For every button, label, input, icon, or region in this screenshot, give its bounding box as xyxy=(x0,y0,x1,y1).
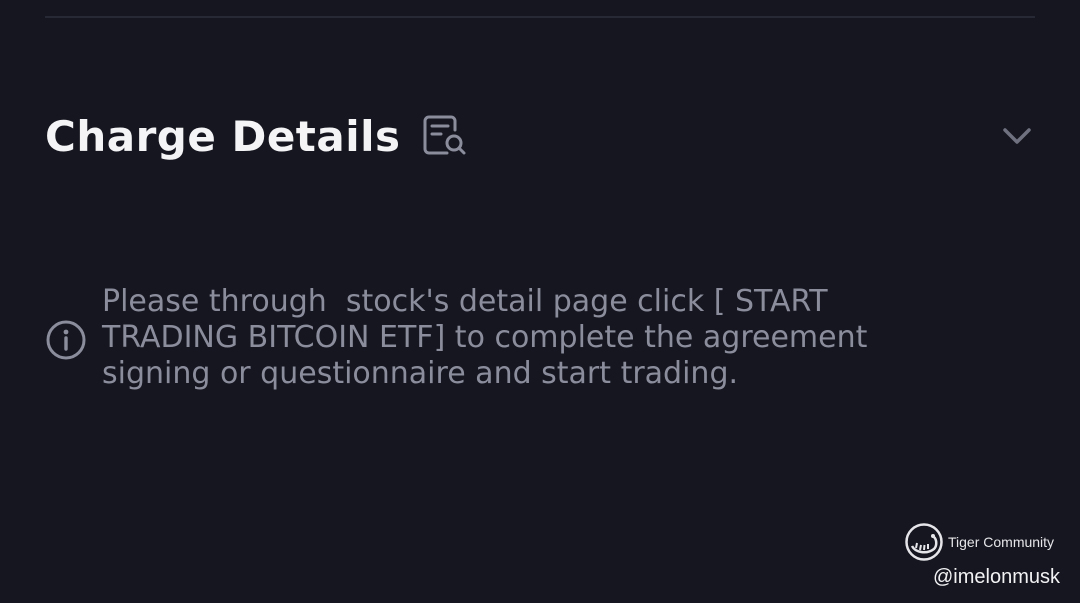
watermark-brand: Tiger Community xyxy=(948,534,1055,550)
document-search-icon[interactable] xyxy=(421,113,467,159)
tiger-community-logo xyxy=(904,522,944,562)
top-divider xyxy=(45,16,1035,18)
trading-notice: Please through stock's detail page click… xyxy=(45,284,945,392)
watermark: Tiger Community @imelonmusk xyxy=(900,522,1060,592)
watermark-handle: @imelonmusk xyxy=(932,566,1060,588)
chevron-down-icon[interactable] xyxy=(1001,120,1033,152)
charge-details-header[interactable]: Charge Details xyxy=(45,100,1035,172)
info-icon xyxy=(45,319,87,361)
notice-text: Please through stock's detail page click… xyxy=(102,284,877,391)
section-title: Charge Details xyxy=(45,111,401,161)
